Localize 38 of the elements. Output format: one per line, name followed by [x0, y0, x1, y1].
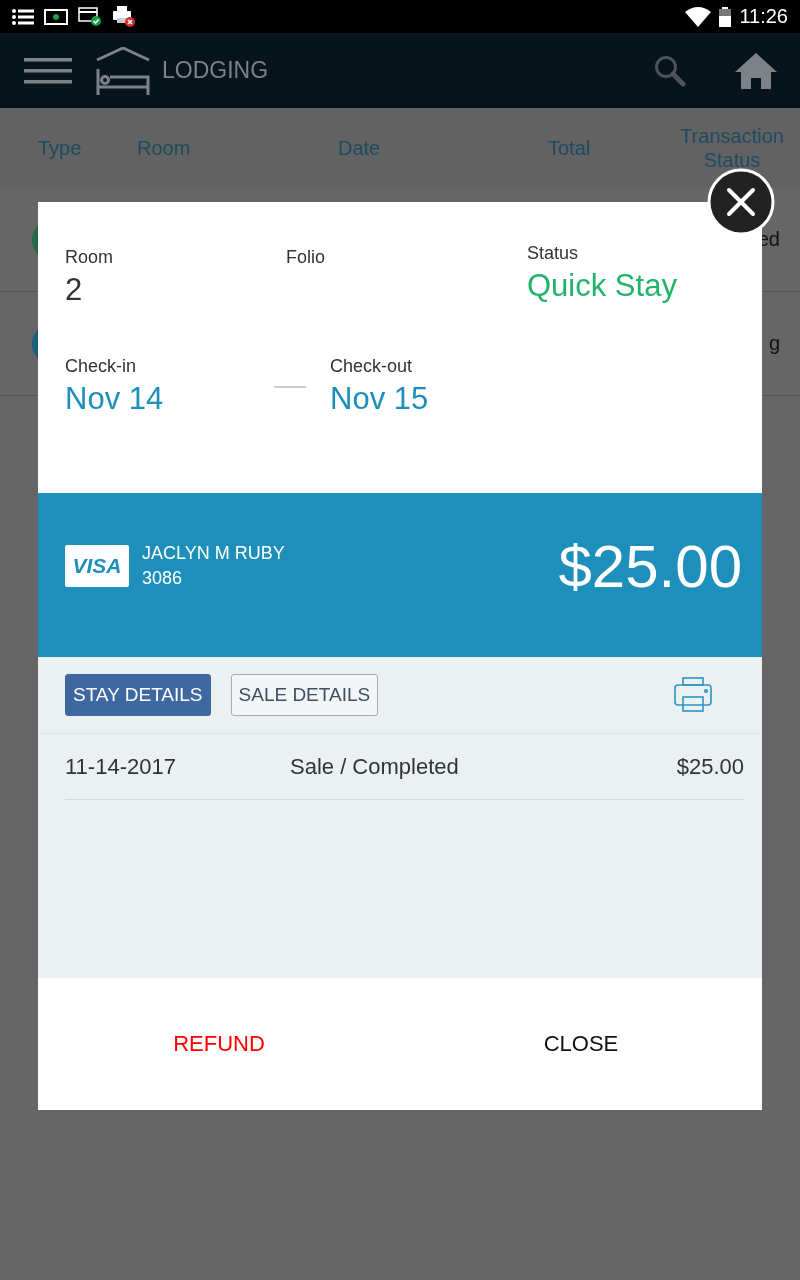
- app-title: LODGING: [162, 57, 269, 84]
- column-header[interactable]: Total: [548, 136, 591, 160]
- tab[interactable]: STAY DETAILS: [65, 674, 211, 716]
- close-button[interactable]: CLOSE: [400, 1021, 762, 1067]
- printer-error-icon: [112, 5, 136, 28]
- field-value: Nov 14: [65, 381, 165, 417]
- field-label: Folio: [286, 247, 326, 268]
- tab[interactable]: SALE DETAILS: [230, 674, 379, 716]
- total-amount: $25.00: [558, 531, 742, 601]
- column-header[interactable]: Type: [38, 136, 82, 160]
- list-icon: [12, 8, 34, 25]
- column-header[interactable]: Transaction Status: [672, 124, 792, 172]
- cardholder-name: JACLYN M RUBY: [142, 543, 285, 564]
- field-value: Quick Stay: [527, 268, 677, 304]
- wifi-icon: [685, 6, 712, 27]
- home-icon[interactable]: [734, 51, 778, 90]
- screen-icon: [44, 8, 68, 25]
- menu-icon[interactable]: [24, 57, 72, 84]
- field-label: Check-out: [330, 356, 414, 377]
- card-number: 3086: [142, 568, 184, 589]
- field-label: Check-in: [65, 356, 138, 377]
- refund-button[interactable]: REFUND: [38, 1021, 400, 1067]
- card-logo: VISA: [65, 545, 129, 587]
- transaction-amount: $25.00: [676, 753, 744, 780]
- printer-icon[interactable]: [674, 677, 712, 713]
- field-value: Nov 15: [330, 381, 430, 417]
- transaction-date: 11-14-2017: [65, 753, 177, 780]
- column-header[interactable]: Room: [137, 136, 191, 160]
- transaction-status: Sale / Completed: [290, 753, 460, 780]
- bed-icon: [96, 46, 150, 95]
- status-text: g: [768, 332, 780, 355]
- field-label: Room: [65, 247, 114, 268]
- clock: 11:26: [739, 5, 788, 28]
- battery-icon: [719, 6, 732, 27]
- card-check-icon: [78, 6, 102, 27]
- field-label: Status: [527, 243, 580, 264]
- column-header[interactable]: Date: [338, 136, 381, 160]
- field-value: 2: [65, 272, 84, 308]
